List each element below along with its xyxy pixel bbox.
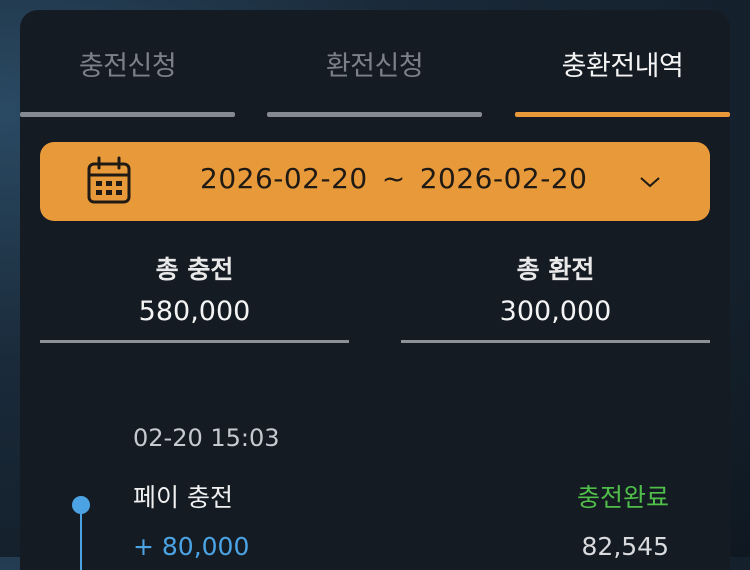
history-time: 02-20 15:03 <box>133 424 280 452</box>
tab-history-underline <box>515 112 730 117</box>
tab-charge-request-underline <box>20 112 235 117</box>
total-charge-divider <box>40 340 349 343</box>
total-exchange: 총 환전 300,000 <box>401 250 710 330</box>
timeline-line <box>80 512 82 570</box>
chevron-down-icon[interactable] <box>638 170 662 194</box>
total-exchange-value: 300,000 <box>499 296 612 327</box>
total-charge: 총 충전 580,000 <box>40 250 349 330</box>
tab-history[interactable]: 충환전내역 <box>515 44 730 83</box>
date-range-picker[interactable]: 2026-02-20 ~2026-02-20 <box>40 142 710 221</box>
total-charge-value: 580,000 <box>138 296 251 327</box>
date-separator: ~ <box>381 162 406 195</box>
tab-exchange-request[interactable]: 환전신청 <box>267 44 482 83</box>
history-title: 페이 충전 <box>133 483 233 512</box>
history-list-item[interactable]: 02-20 15:03 페이 충전 충전완료 + 80,000 82,545 <box>20 420 730 570</box>
date-range-text: 2026-02-20 ~2026-02-20 <box>200 162 587 195</box>
calendar-icon <box>87 156 131 204</box>
tab-bar: 충전신청 환전신청 충환전내역 <box>20 10 730 120</box>
total-exchange-divider <box>401 340 710 343</box>
exchange-panel: 충전신청 환전신청 충환전내역 2026-02-20 ~2026-02-20 총… <box>20 10 730 570</box>
tab-exchange-request-underline <box>267 112 482 117</box>
total-charge-label: 총 충전 <box>155 255 234 284</box>
history-status-badge: 충전완료 <box>576 483 669 512</box>
total-exchange-label: 총 환전 <box>516 255 595 284</box>
date-end: 2026-02-20 <box>419 162 588 195</box>
tab-charge-request[interactable]: 충전신청 <box>20 44 235 83</box>
totals-summary: 총 충전 580,000 총 환전 300,000 <box>40 250 710 350</box>
date-start: 2026-02-20 <box>200 162 368 195</box>
